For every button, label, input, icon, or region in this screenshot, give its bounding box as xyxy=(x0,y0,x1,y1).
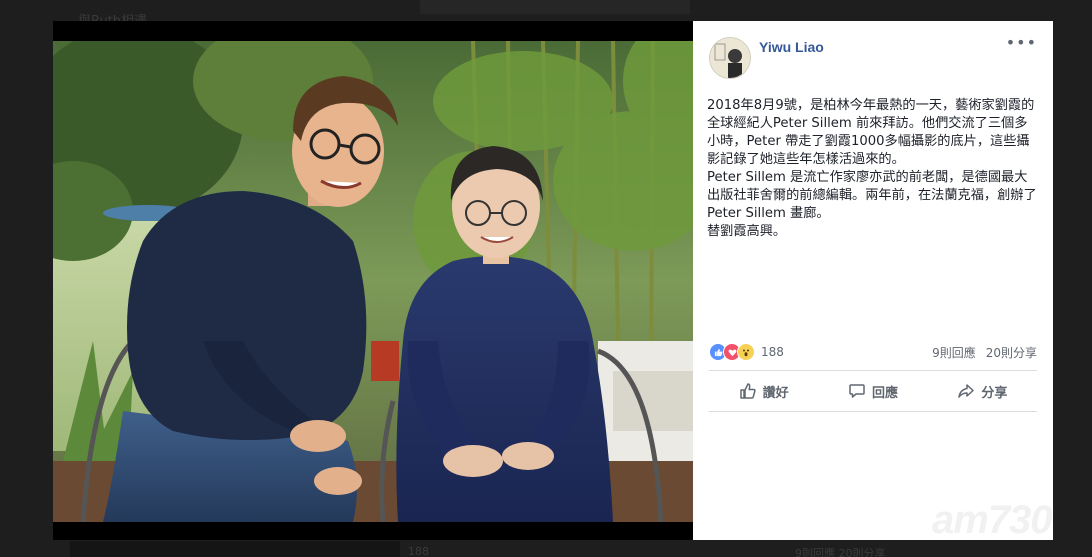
divider xyxy=(709,370,1037,371)
post-paragraph: 2018年8月9號，是柏林今年最熱的一天，藝術家劉霞的全球經紀人Peter Si… xyxy=(707,98,1035,167)
comments-count-link[interactable]: 9則回應 xyxy=(932,344,976,361)
photo-illustration xyxy=(53,41,693,522)
share-icon xyxy=(958,384,975,398)
reaction-summary[interactable]: 188 xyxy=(709,343,784,361)
share-button-label: 分享 xyxy=(981,385,1008,401)
background-reaction-count: 188 xyxy=(408,545,429,557)
post-actions-bar: 讚好 回應 分享 xyxy=(709,373,1037,409)
lightbox-viewer: 與Ruth相遇 188 9則回應 20則分享 xyxy=(0,0,1092,557)
comment-button[interactable]: 回應 xyxy=(818,373,927,409)
shares-count-link[interactable]: 20則分享 xyxy=(986,344,1037,361)
post-photo[interactable] xyxy=(53,41,693,522)
background-page-header xyxy=(420,0,690,14)
post-stats: 188 9則回應 20則分享 xyxy=(709,342,1037,362)
post-author-name[interactable]: Yiwu Liao xyxy=(759,39,824,55)
photo-frame xyxy=(53,21,693,540)
reaction-count: 188 xyxy=(761,345,784,359)
background-page-strip xyxy=(70,541,400,557)
post-paragraph: Peter Sillem 是流亡作家廖亦武的前老闆，是德國最大出版社菲舍爾的前總… xyxy=(707,170,1037,221)
post-paragraph: 替劉霞高興。 xyxy=(707,224,787,239)
share-button[interactable]: 分享 xyxy=(928,373,1037,409)
avatar[interactable] xyxy=(709,37,751,79)
avatar-portrait xyxy=(710,38,750,78)
more-options-icon[interactable]: ••• xyxy=(1006,33,1037,52)
like-button-label: 讚好 xyxy=(762,385,789,401)
background-comment-counts: 9則回應 20則分享 xyxy=(795,547,886,557)
like-button[interactable]: 讚好 xyxy=(709,373,818,409)
wow-reaction-icon xyxy=(737,343,755,361)
post-sidebar: Yiwu Liao ••• 2018年8月9號，是柏林今年最熱的一天，藝術家劉霞… xyxy=(693,21,1053,540)
thumbs-up-icon xyxy=(739,383,756,399)
engagement-counts: 9則回應 20則分享 xyxy=(932,344,1037,361)
post-body: 2018年8月9號，是柏林今年最熱的一天，藝術家劉霞的全球經紀人Peter Si… xyxy=(707,97,1039,241)
comment-button-label: 回應 xyxy=(871,385,898,401)
divider xyxy=(709,411,1037,412)
comment-icon xyxy=(849,384,865,398)
